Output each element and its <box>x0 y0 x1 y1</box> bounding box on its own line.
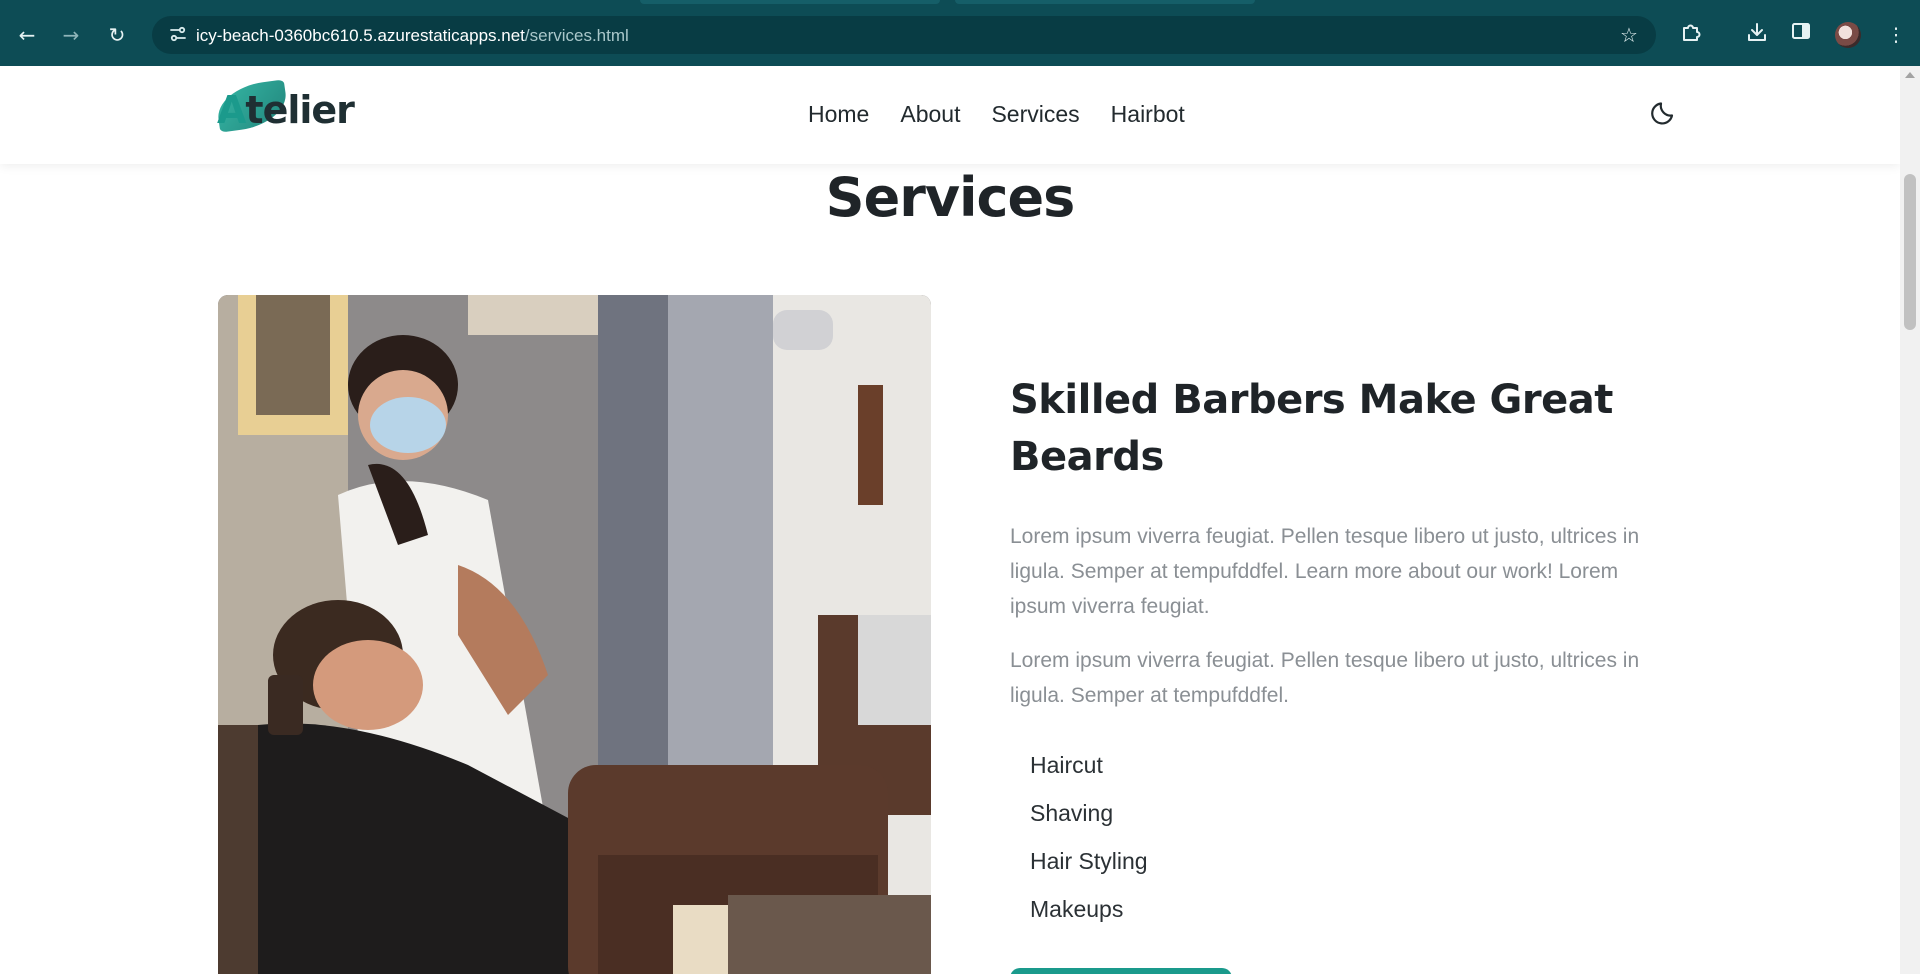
tab[interactable] <box>640 0 940 4</box>
barber-photo <box>218 295 931 974</box>
forward-arrow-icon[interactable]: → <box>57 21 85 49</box>
nav-home[interactable]: Home <box>808 94 869 134</box>
scroll-up-arrow-icon[interactable] <box>1905 72 1915 78</box>
logo-accent-letter: A <box>217 88 246 132</box>
url-path: /services.html <box>524 26 629 45</box>
feature-paragraph-2: Lorem ipsum viverra feugiat. Pellen tesq… <box>1010 649 1640 707</box>
feature-paragraph-1: Lorem ipsum viverra feugiat. Pellen tesq… <box>1010 525 1640 618</box>
profile-avatar[interactable] <box>1835 22 1861 48</box>
download-icon[interactable] <box>1743 21 1771 49</box>
address-bar[interactable]: icy-beach-0360bc610.5.azurestaticapps.ne… <box>152 16 1656 54</box>
moon-icon[interactable] <box>1650 96 1680 126</box>
page-scrollbar[interactable] <box>1900 66 1920 974</box>
list-item: Makeups <box>1030 896 1124 922</box>
nav-hairbot[interactable]: Hairbot <box>1111 94 1185 134</box>
site-header: Atelier Home About Services Hairbot <box>0 66 1900 164</box>
url-text[interactable]: icy-beach-0360bc610.5.azurestaticapps.ne… <box>196 26 629 46</box>
browser-toolbar: ← → ↻ icy-beach-0360bc610.5.azurestatica… <box>0 0 1920 66</box>
side-panel-icon[interactable] <box>1787 21 1815 49</box>
page-title: Services <box>825 166 1076 229</box>
list-item: Hair Styling <box>1030 848 1148 874</box>
reload-icon[interactable]: ↻ <box>103 21 131 49</box>
list-item: Haircut <box>1030 752 1103 778</box>
url-host: icy-beach-0360bc610.5.azurestaticapps.ne… <box>196 26 525 45</box>
services-list: Haircut Shaving Hair Styling Makeups <box>1030 741 1148 933</box>
nav-about[interactable]: About <box>900 94 960 134</box>
page-viewport: Atelier Home About Services Hairbot Serv… <box>0 66 1900 974</box>
feature-heading: Skilled Barbers Make Great Beards <box>1010 377 1613 480</box>
site-info-icon[interactable] <box>168 25 188 45</box>
tab[interactable] <box>955 0 1255 4</box>
puzzle-icon[interactable] <box>1677 21 1705 49</box>
back-arrow-icon[interactable]: ← <box>13 21 41 49</box>
list-item: Shaving <box>1030 800 1114 826</box>
cta-button[interactable] <box>1010 968 1232 974</box>
logo-rest: telier <box>245 88 355 132</box>
scrollbar-thumb[interactable] <box>1904 174 1916 330</box>
site-logo[interactable]: Atelier <box>214 79 355 142</box>
star-icon[interactable]: ☆ <box>1618 24 1640 46</box>
kebab-menu-icon[interactable]: ⋮ <box>1882 21 1910 49</box>
tab-strip <box>0 0 1920 14</box>
main-nav: Home About Services Hairbot <box>808 94 1185 134</box>
nav-services[interactable]: Services <box>991 94 1079 134</box>
logo-wordmark: Atelier <box>217 88 355 132</box>
